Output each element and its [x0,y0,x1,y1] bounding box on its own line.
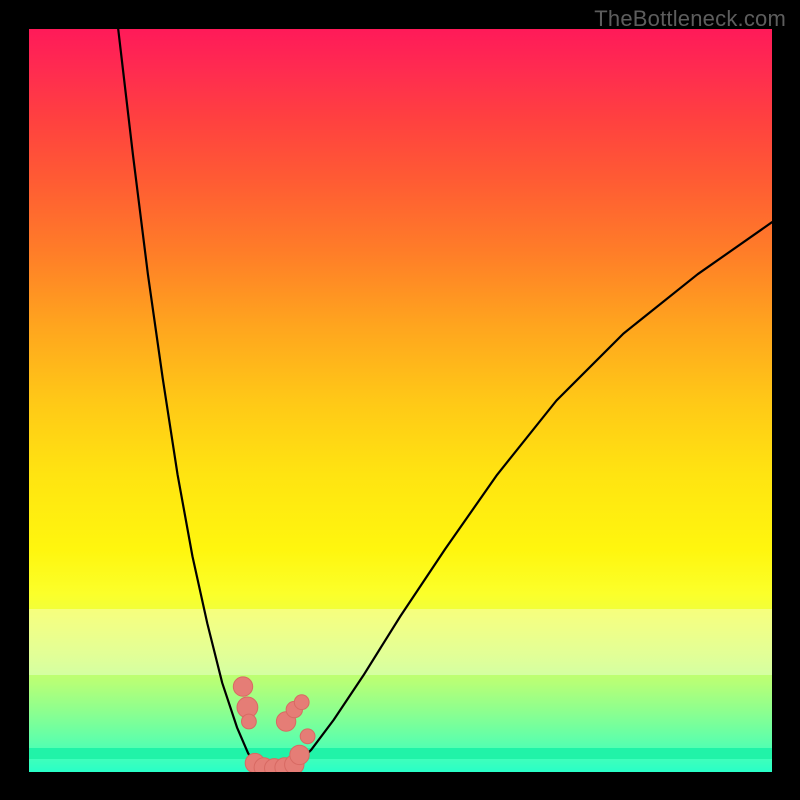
plot-area [29,29,772,772]
highlight-points [233,677,315,772]
highlight-point [290,745,309,764]
chart-frame: TheBottleneck.com [0,0,800,800]
highlight-points-layer [29,29,772,772]
highlight-point [242,714,257,729]
highlight-point [294,695,309,710]
highlight-point [233,677,252,696]
highlight-point [300,729,315,744]
